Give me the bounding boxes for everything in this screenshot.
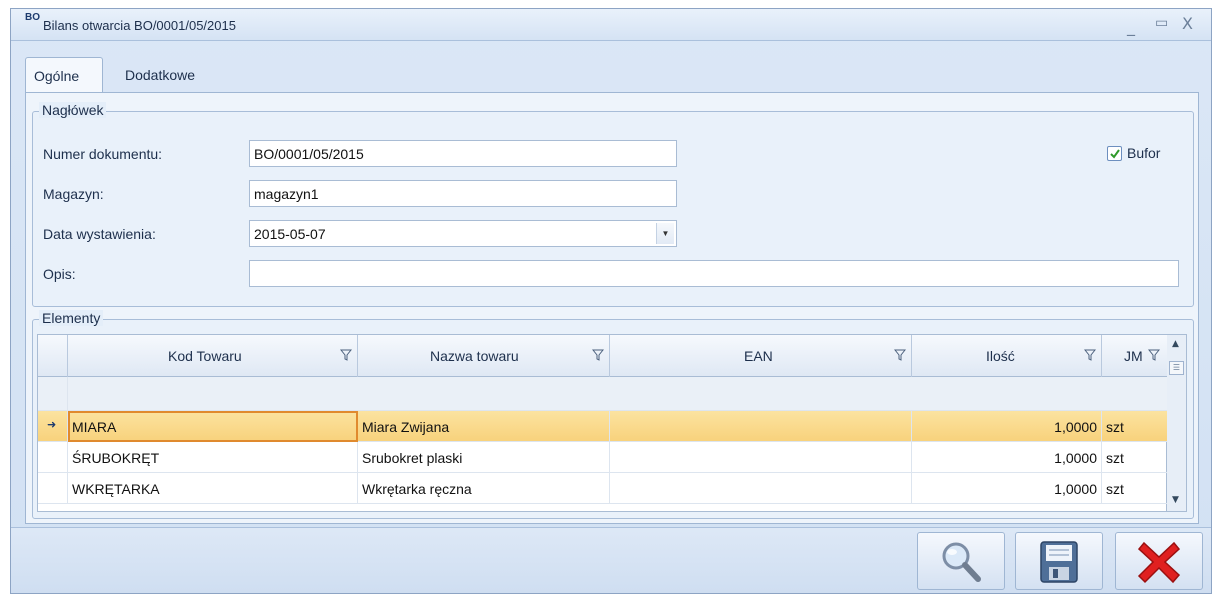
column-header-jm[interactable]: JM bbox=[1102, 335, 1168, 377]
row-indicator bbox=[38, 473, 68, 504]
tab-ogolne[interactable]: Ogólne bbox=[25, 57, 103, 93]
column-header-kod[interactable]: Kod Towaru bbox=[68, 335, 358, 377]
red-x-icon bbox=[1137, 541, 1181, 584]
floppy-disk-icon bbox=[1040, 541, 1078, 583]
tab-strip: Ogólne Dodatkowe bbox=[25, 57, 925, 93]
table-row[interactable]: ŚRUBOKRĘT Srubokret plaski 1,0000 szt bbox=[38, 442, 1168, 473]
filter-icon[interactable] bbox=[592, 349, 604, 361]
bufor-checkbox[interactable] bbox=[1107, 146, 1122, 161]
row-indicator: ➜ bbox=[38, 411, 68, 442]
close-icon[interactable]: X bbox=[1182, 14, 1193, 33]
issue-date-value: 2015-05-07 bbox=[254, 226, 326, 242]
bufor-label: Bufor bbox=[1127, 145, 1161, 161]
description-label: Opis: bbox=[43, 266, 76, 282]
tab-dodatkowe[interactable]: Dodatkowe bbox=[117, 57, 203, 91]
cell-jm[interactable]: szt bbox=[1102, 473, 1168, 504]
arrow-right-icon: ➜ bbox=[47, 418, 57, 431]
grid-vertical-scrollbar[interactable]: ▲ ☰ ▼ bbox=[1167, 334, 1187, 512]
column-header-kod-label: Kod Towaru bbox=[168, 348, 242, 364]
filter-icon[interactable] bbox=[340, 349, 352, 361]
issue-date-label: Data wystawienia: bbox=[43, 226, 156, 242]
elements-group-legend: Elementy bbox=[39, 310, 104, 326]
elements-grid: Kod Towaru Nazwa towaru EAN Ilość JM ➜ M… bbox=[37, 334, 1168, 512]
document-number-label: Numer dokumentu: bbox=[43, 146, 163, 162]
minimize-icon[interactable]: _ bbox=[1127, 17, 1135, 36]
cell-kod[interactable]: MIARA bbox=[68, 411, 358, 442]
new-row[interactable] bbox=[38, 377, 1168, 411]
table-row[interactable]: WKRĘTARKA Wkrętarka ręczna 1,0000 szt bbox=[38, 473, 1168, 504]
chevron-down-icon[interactable]: ▼ bbox=[656, 223, 674, 244]
column-header-nazwa[interactable]: Nazwa towaru bbox=[358, 335, 610, 377]
column-header-ilosc-label: Ilość bbox=[986, 348, 1015, 364]
magnifier-icon bbox=[942, 542, 981, 582]
cell-ean[interactable] bbox=[610, 473, 912, 504]
column-chooser-icon[interactable]: ☰ bbox=[1169, 361, 1184, 375]
description-field[interactable] bbox=[249, 260, 1179, 287]
document-number-field[interactable]: BO/0001/05/2015 bbox=[249, 140, 677, 167]
cell-jm[interactable]: szt bbox=[1102, 442, 1168, 473]
bo-app-icon: BO bbox=[25, 12, 40, 23]
warehouse-field[interactable]: magazyn1 bbox=[249, 180, 677, 207]
cell-nazwa[interactable]: Srubokret plaski bbox=[358, 442, 610, 473]
header-group: Nagłówek Numer dokumentu: BO/0001/05/201… bbox=[32, 102, 1194, 307]
row-indicator bbox=[38, 442, 68, 473]
header-indicator-cell bbox=[38, 335, 68, 377]
grid-header: Kod Towaru Nazwa towaru EAN Ilość JM bbox=[38, 335, 1168, 377]
cell-nazwa[interactable]: Wkrętarka ręczna bbox=[358, 473, 610, 504]
cell-ilosc[interactable]: 1,0000 bbox=[912, 411, 1102, 442]
warehouse-label: Magazyn: bbox=[43, 186, 104, 202]
document-window: BO Bilans otwarcia BO/0001/05/2015 _ ▭ X… bbox=[10, 8, 1212, 594]
cell-ilosc[interactable]: 1,0000 bbox=[912, 442, 1102, 473]
checkmark-icon bbox=[1110, 149, 1120, 159]
tab-page-ogolne: Nagłówek Numer dokumentu: BO/0001/05/201… bbox=[25, 92, 1199, 524]
title-bar[interactable]: BO Bilans otwarcia BO/0001/05/2015 _ ▭ X bbox=[11, 9, 1211, 41]
scroll-down-icon[interactable]: ▼ bbox=[1172, 495, 1179, 505]
row-indicator bbox=[38, 377, 68, 411]
cell-jm[interactable]: szt bbox=[1102, 411, 1168, 442]
cell-nazwa[interactable]: Miara Zwijana bbox=[358, 411, 610, 442]
cell-ean[interactable] bbox=[610, 411, 912, 442]
column-header-nazwa-label: Nazwa towaru bbox=[430, 348, 519, 364]
column-header-ilosc[interactable]: Ilość bbox=[912, 335, 1102, 377]
window-title: Bilans otwarcia BO/0001/05/2015 bbox=[43, 18, 236, 33]
maximize-icon[interactable]: ▭ bbox=[1155, 15, 1168, 31]
header-group-legend: Nagłówek bbox=[39, 102, 107, 118]
column-header-jm-label: JM bbox=[1124, 348, 1143, 364]
action-bar bbox=[11, 527, 1211, 593]
cell-kod[interactable]: ŚRUBOKRĘT bbox=[68, 442, 358, 473]
cell-ean[interactable] bbox=[610, 442, 912, 473]
cell-ilosc[interactable]: 1,0000 bbox=[912, 473, 1102, 504]
column-header-ean-label: EAN bbox=[744, 348, 773, 364]
cell-kod[interactable]: WKRĘTARKA bbox=[68, 473, 358, 504]
search-button[interactable] bbox=[917, 532, 1005, 590]
cancel-button[interactable] bbox=[1115, 532, 1203, 590]
scroll-up-icon[interactable]: ▲ bbox=[1172, 339, 1179, 349]
elements-group: Elementy Kod Towaru Nazwa towaru EAN Ilo… bbox=[32, 310, 1194, 519]
issue-date-combo[interactable]: 2015-05-07 ▼ bbox=[249, 220, 677, 247]
filter-icon[interactable] bbox=[1148, 349, 1160, 361]
filter-icon[interactable] bbox=[894, 349, 906, 361]
filter-icon[interactable] bbox=[1084, 349, 1096, 361]
save-button[interactable] bbox=[1015, 532, 1103, 590]
table-row[interactable]: ➜ MIARA Miara Zwijana 1,0000 szt bbox=[38, 411, 1168, 442]
column-header-ean[interactable]: EAN bbox=[610, 335, 912, 377]
